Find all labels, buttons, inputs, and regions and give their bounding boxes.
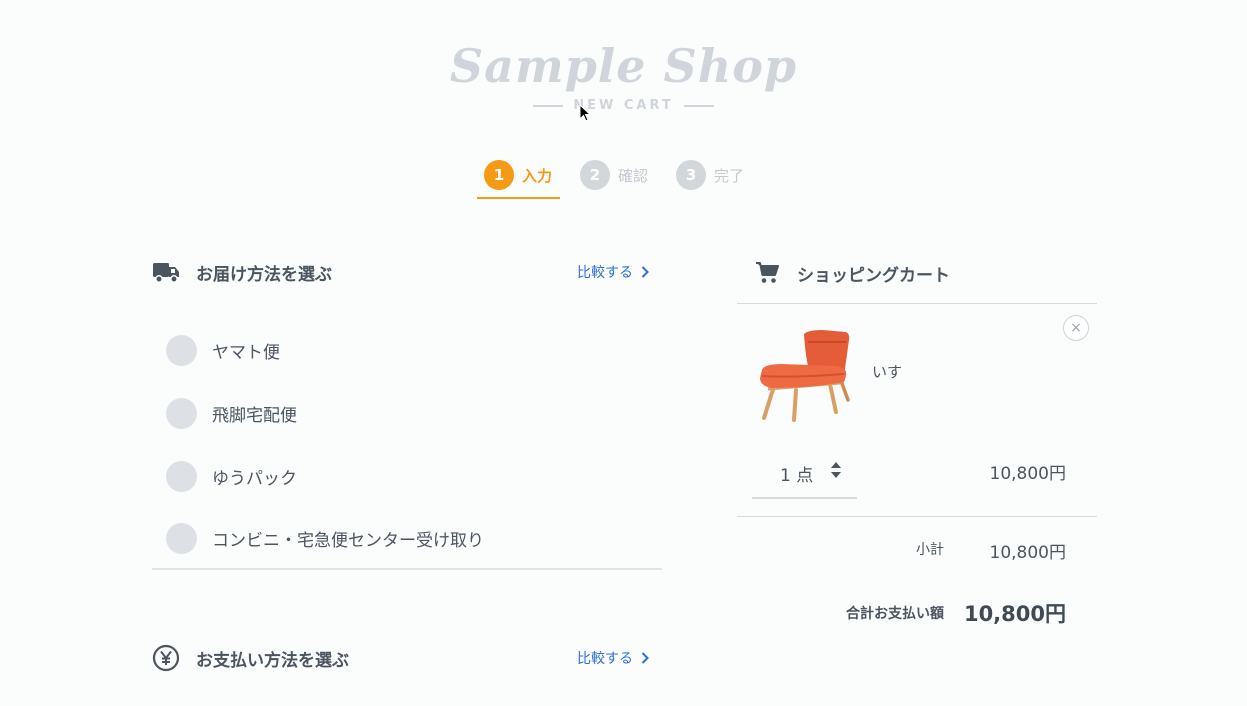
compare-link-label: 比較する <box>577 651 633 667</box>
logo-subtitle: NEW CART <box>0 98 1247 113</box>
step-confirm[interactable]: 2 確認 <box>573 158 655 192</box>
delivery-option-yupack[interactable]: ゆうパック <box>166 460 297 492</box>
delivery-section-header: お届け方法を選ぶ <box>152 258 332 286</box>
cart-divider-bottom <box>737 516 1097 517</box>
delivery-option-hikyaku[interactable]: 飛脚宅配便 <box>166 397 297 429</box>
radio-button[interactable] <box>166 460 197 492</box>
cart-item-name: いす <box>872 363 903 381</box>
delivery-option-label: 飛脚宅配便 <box>212 405 297 426</box>
delivery-option-label: ヤマト便 <box>212 342 280 363</box>
step-number: 2 <box>580 160 611 190</box>
yen-circle-icon <box>152 644 180 672</box>
close-icon: × <box>1070 320 1082 336</box>
chair-product-image <box>760 330 850 422</box>
subtotal-label: 小計 <box>916 542 944 558</box>
subtotal-value: 10,800円 <box>989 543 1066 563</box>
total-label: 合計お支払い額 <box>846 606 944 622</box>
payment-compare-link[interactable]: 比較する <box>577 648 649 668</box>
delivery-option-label: コンビニ・宅急便センター受け取り <box>212 530 484 551</box>
remove-item-button[interactable]: × <box>1063 315 1089 341</box>
logo-line-right <box>683 104 714 107</box>
delivery-section-divider <box>152 568 662 570</box>
cart-item-price: 10,800円 <box>989 464 1066 484</box>
step-label: 入力 <box>522 166 553 185</box>
cart-section-header: ショッピングカート <box>755 259 950 287</box>
compare-link-label: 比較する <box>577 265 633 281</box>
cart-section-title: ショッピングカート <box>797 265 950 286</box>
delivery-compare-link[interactable]: 比較する <box>577 262 649 282</box>
step-number: 1 <box>484 160 514 190</box>
up-down-arrows-icon[interactable] <box>830 461 842 479</box>
radio-button[interactable] <box>166 334 197 366</box>
payment-section-header: お支払い方法を選ぶ <box>152 644 349 672</box>
payment-section-title: お支払い方法を選ぶ <box>196 650 349 671</box>
logo-script-text: Sample Shop <box>449 39 798 93</box>
truck-icon <box>153 263 179 283</box>
delivery-option-yamato[interactable]: ヤマト便 <box>166 334 280 366</box>
radio-button[interactable] <box>166 522 197 554</box>
mouse-cursor-icon <box>579 104 591 122</box>
chevron-right-icon <box>641 652 649 664</box>
delivery-option-label: ゆうパック <box>212 468 297 489</box>
chevron-right-icon <box>641 266 649 278</box>
radio-button[interactable] <box>166 397 197 429</box>
total-value: 10,800円 <box>963 602 1066 626</box>
cart-icon <box>756 262 779 283</box>
step-input[interactable]: 1 入力 <box>477 158 559 192</box>
quantity-stepper[interactable]: 1 点 <box>752 449 857 499</box>
step-label: 確認 <box>618 166 649 185</box>
shop-logo: Sample Shop NEW CART <box>0 36 1247 113</box>
step-number: 3 <box>676 160 707 190</box>
cart-divider-top <box>737 303 1097 304</box>
active-step-underline <box>477 197 560 199</box>
delivery-section-title: お届け方法を選ぶ <box>196 264 332 285</box>
step-label: 完了 <box>714 166 745 185</box>
checkout-steps: 1 入力 2 確認 3 完了 <box>477 158 765 199</box>
quantity-value: 1 点 <box>780 465 814 486</box>
delivery-option-convenience[interactable]: コンビニ・宅急便センター受け取り <box>166 522 484 554</box>
step-complete[interactable]: 3 完了 <box>669 158 751 192</box>
logo-line-left <box>533 104 564 107</box>
